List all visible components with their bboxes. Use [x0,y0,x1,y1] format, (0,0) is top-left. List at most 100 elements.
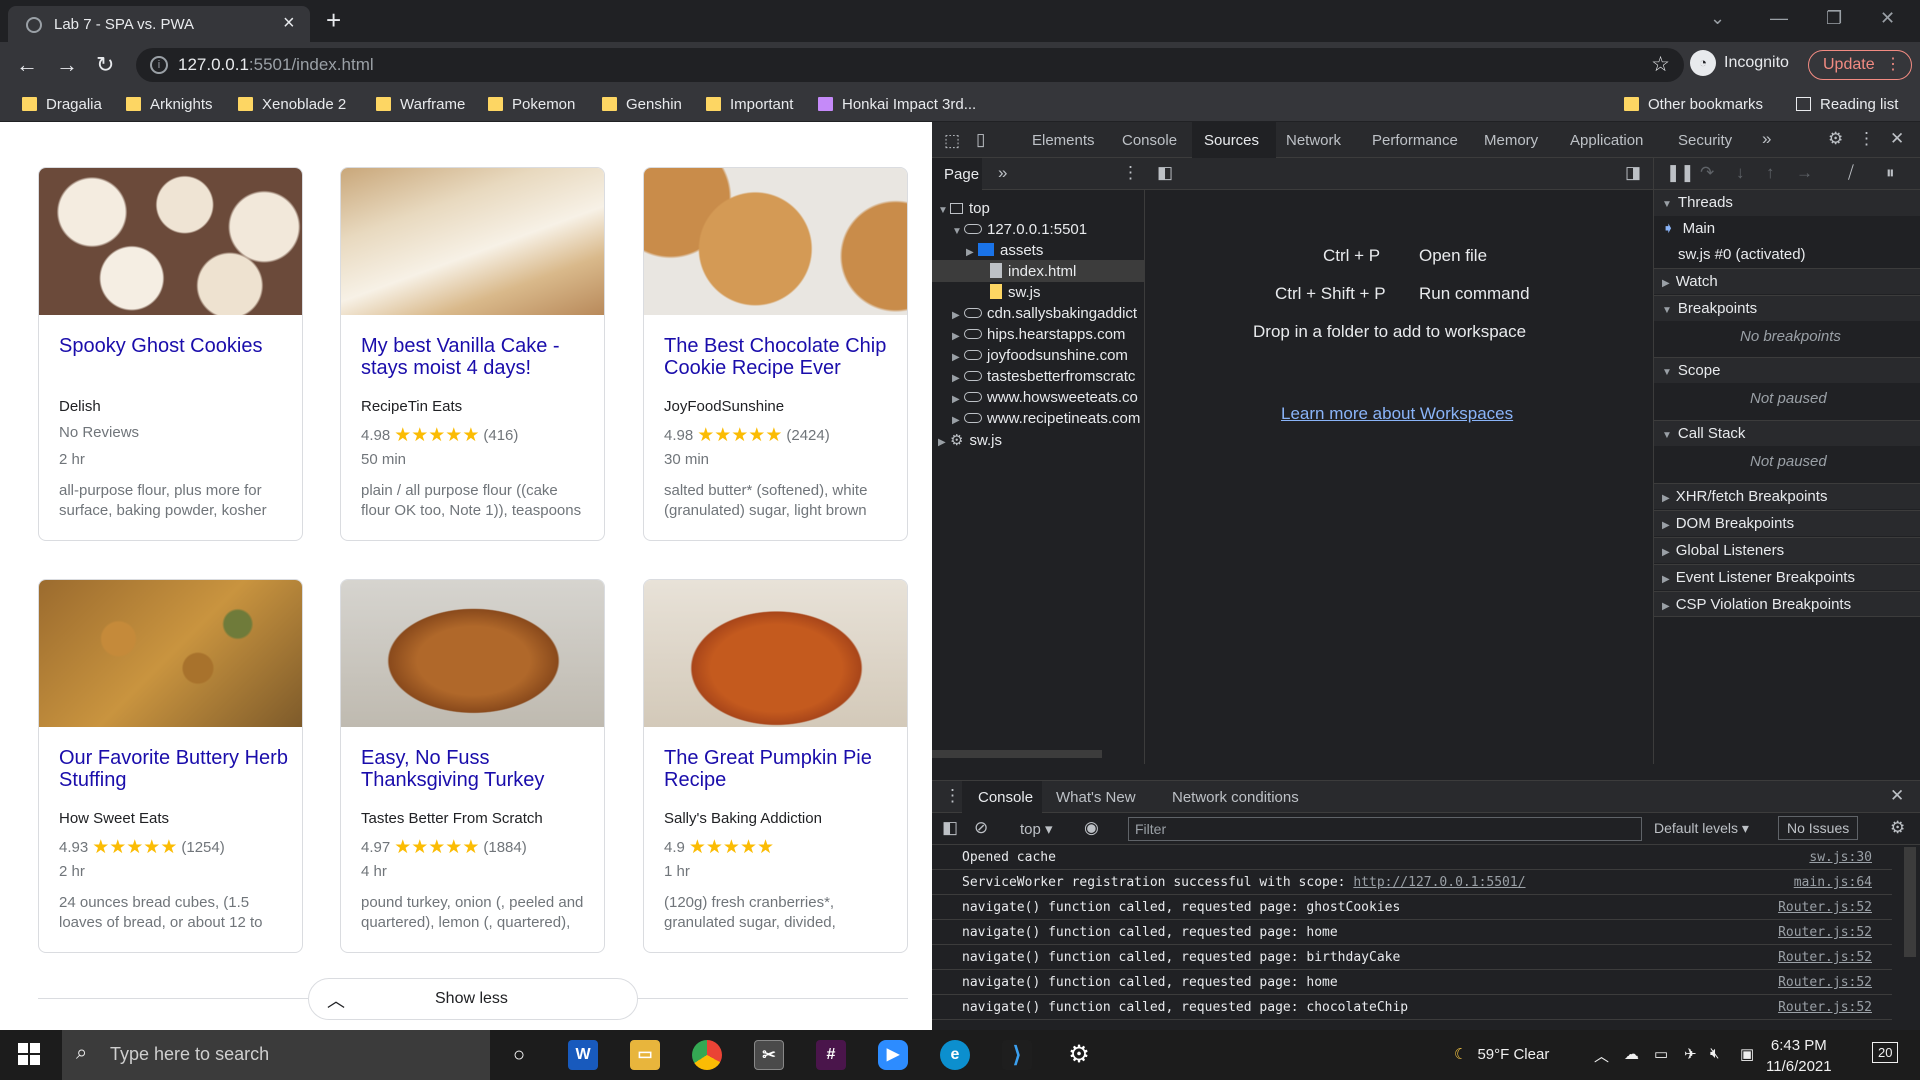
section-global-listeners[interactable]: ▶ Global Listeners [1654,537,1920,563]
browser-tab[interactable]: Lab 7 - SPA vs. PWA × [8,6,310,42]
close-drawer-icon[interactable]: ✕ [1890,786,1904,806]
edge-icon[interactable]: e [940,1040,970,1070]
recipe-title[interactable]: My best Vanilla Cake - stays moist 4 day… [361,335,591,379]
close-window-button[interactable]: ✕ [1880,8,1895,29]
kebab-menu-icon[interactable]: ⋮ [1858,129,1875,149]
bookmark-star-icon[interactable]: ☆ [1651,52,1670,77]
system-clock[interactable]: 6:43 PM 11/6/2021 [1766,1035,1832,1077]
tree-node-top[interactable]: ▼ top [938,200,990,217]
bookmark-pokemon[interactable]: Pokemon [488,96,575,113]
network-icon[interactable]: ✈ [1684,1045,1697,1063]
scope-link[interactable]: http://127.0.0.1:5501/ [1353,875,1525,890]
tab-search-icon[interactable]: ⌄ [1710,8,1725,29]
tab-security[interactable]: Security [1678,132,1732,149]
recipe-title[interactable]: Our Favorite Buttery Herb Stuffing [59,747,289,791]
tree-node-domain[interactable]: ▶ joyfoodsunshine.com [952,347,1128,364]
section-dom-breakpoints[interactable]: ▶ DOM Breakpoints [1654,510,1920,536]
log-source-link[interactable]: Router.js:52 [1778,945,1872,970]
url-text[interactable]: 127.0.0.1:5501/index.html [178,55,374,75]
tab-memory[interactable]: Memory [1484,132,1538,149]
log-source-link[interactable]: Router.js:52 [1778,970,1872,995]
thread-sw[interactable]: sw.js #0 (activated) [1678,242,1806,268]
onedrive-icon[interactable]: ☁ [1624,1045,1639,1063]
address-bar[interactable]: i 127.0.0.1:5501/index.html ☆ [136,48,1684,82]
inspect-icon[interactable]: ⬚ [944,131,960,151]
recipe-title[interactable]: Easy, No Fuss Thanksgiving Turkey [361,747,591,791]
forward-button[interactable]: → [56,52,78,78]
section-threads[interactable]: ▼ Threads [1654,190,1920,216]
file-explorer-icon[interactable]: ▭ [630,1040,660,1070]
tree-node-origin[interactable]: ▼ 127.0.0.1:5501 [952,221,1087,238]
pause-on-exceptions-icon[interactable]: ⏸ [1886,163,1895,183]
close-icon[interactable]: ✕ [1890,129,1904,149]
step-over-icon[interactable]: ↷ [1700,163,1714,183]
tree-node-sw-root[interactable]: ▶ ⚙ sw.js [938,431,1002,449]
tray-app-icon[interactable]: ▣ [1740,1045,1754,1063]
log-levels-dropdown[interactable]: Default levels ▾ [1654,820,1749,837]
sidebar-toggle-icon[interactable]: ◧ [942,818,958,838]
tree-node-domain[interactable]: ▶ www.howsweeteats.co [952,389,1138,406]
log-source-link[interactable]: Router.js:52 [1778,995,1872,1020]
settings-gear-icon[interactable]: ⚙ [1064,1040,1094,1070]
navigator-page-tab[interactable]: Page [944,166,979,183]
bookmark-important[interactable]: Important [706,96,793,113]
bookmark-xenoblade[interactable]: Xenoblade 2 [238,96,346,113]
show-less-button[interactable]: ︿ Show less [308,978,638,1020]
vscode-icon[interactable]: ⟩ [1002,1040,1032,1070]
thread-main[interactable]: ➧ Main [1654,216,1920,242]
other-bookmarks[interactable]: Other bookmarks [1624,96,1763,113]
drawer-tab-network-conditions[interactable]: Network conditions [1172,789,1299,806]
section-event-listener-breakpoints[interactable]: ▶ Event Listener Breakpoints [1654,564,1920,590]
section-csp-breakpoints[interactable]: ▶ CSP Violation Breakpoints [1654,591,1920,617]
weather-widget[interactable]: ☾ 59°F Clear [1454,1045,1549,1063]
tree-node-domain[interactable]: ▶ cdn.sallysbakingaddict [952,305,1137,322]
tray-chevron-icon[interactable]: ︿ [1594,1045,1609,1066]
bookmark-warframe[interactable]: Warframe [376,96,465,113]
minimize-button[interactable]: — [1770,8,1788,29]
tree-node-domain[interactable]: ▶ tastesbetterfromscratc [952,368,1135,385]
tab-application[interactable]: Application [1570,132,1643,149]
tab-console[interactable]: Console [1122,132,1177,149]
taskbar-search[interactable]: ⌕ Type here to search [62,1030,490,1080]
section-scope[interactable]: ▼ Scope [1654,357,1920,383]
recipe-card[interactable]: Easy, No Fuss Thanksgiving Turkey Tastes… [340,579,605,953]
cortana-icon[interactable]: ○ [504,1040,534,1070]
clear-console-icon[interactable]: ⊘ [974,818,988,838]
more-tabs-icon[interactable]: » [1762,129,1771,149]
chrome-icon[interactable] [692,1040,722,1070]
back-button[interactable]: ← [16,52,38,78]
more-icon[interactable]: » [998,163,1007,183]
word-icon[interactable]: W [568,1040,598,1070]
device-toolbar-icon[interactable]: ▯ [976,130,985,150]
gear-icon[interactable]: ⚙ [1890,818,1905,838]
tree-node-swjs[interactable]: sw.js [978,284,1041,301]
section-breakpoints[interactable]: ▼ Breakpoints [1654,295,1920,321]
tree-node-index[interactable]: index.html [978,263,1076,280]
zoom-icon[interactable]: ▶ [878,1040,908,1070]
recipe-title[interactable]: The Great Pumpkin Pie Recipe [664,747,894,791]
step-icon[interactable]: → [1796,163,1813,183]
update-button[interactable]: Update ⋮ [1808,50,1912,80]
log-source-link[interactable]: sw.js:30 [1809,845,1872,870]
volume-icon[interactable]: 🔇︎ [1710,1045,1719,1062]
gear-icon[interactable]: ⚙ [1828,129,1843,149]
section-call-stack[interactable]: ▼ Call Stack [1654,420,1920,446]
recipe-card[interactable]: Our Favorite Buttery Herb Stuffing How S… [38,579,303,953]
restore-button[interactable]: ❐ [1826,8,1842,29]
tab-performance[interactable]: Performance [1372,132,1458,149]
incognito-indicator[interactable]: ◔ Incognito [1690,50,1789,76]
close-tab-icon[interactable]: × [283,12,295,35]
horizontal-scrollbar[interactable] [932,750,1102,758]
recipe-title[interactable]: The Best Chocolate Chip Cookie Recipe Ev… [664,335,894,379]
drawer-tab-whats-new[interactable]: What's New [1056,789,1136,806]
bookmark-arknights[interactable]: Arknights [126,96,213,113]
log-source-link[interactable]: Router.js:52 [1778,895,1872,920]
toggle-navigator-icon[interactable]: ◧ [1157,163,1173,183]
kebab-menu-icon[interactable]: ⋮ [1122,163,1139,183]
section-watch[interactable]: ▶ Watch [1654,268,1920,294]
section-xhr-breakpoints[interactable]: ▶ XHR/fetch Breakpoints [1654,483,1920,509]
eye-icon[interactable]: ◉ [1084,818,1099,838]
tree-node-assets[interactable]: ▶ assets [966,242,1043,259]
recipe-card[interactable]: The Great Pumpkin Pie Recipe Sally's Bak… [643,579,908,953]
tab-sources[interactable]: Sources [1204,132,1259,149]
